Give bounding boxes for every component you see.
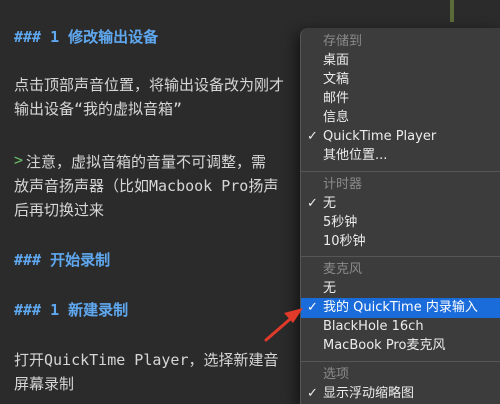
checkmark-icon: ✓	[307, 129, 318, 144]
menu-item-mail[interactable]: 邮件	[301, 89, 500, 109]
text-line: 后再切换过来	[14, 201, 105, 219]
menu-item-other-location[interactable]: 其他位置...	[301, 146, 500, 166]
text-line: 打开QuickTime Player，选择新建音	[14, 351, 279, 369]
menu-item-mic-blackhole[interactable]: BlackHole 16ch	[301, 317, 500, 337]
menu-item-desktop[interactable]: 桌面	[301, 51, 500, 71]
heading-modify-output: ### 1 修改输出设备	[14, 28, 159, 46]
checkmark-icon: ✓	[307, 386, 318, 401]
quote-marker: >	[14, 151, 24, 169]
menu-item-timer-10s[interactable]: 10秒钟	[301, 232, 500, 252]
save-to-header: 存储到	[323, 34, 363, 49]
menu-separator	[301, 361, 500, 362]
heading-start-recording: ### 开始录制	[14, 251, 111, 269]
menu-item-mic-macbook-pro[interactable]: MacBook Pro麦克风	[301, 336, 500, 356]
options-header: 选项	[323, 367, 350, 382]
checkmark-icon: ✓	[307, 300, 318, 315]
menu-item-mic-quicktime-loopback[interactable]: ✓ 我的 QuickTime 内录输入	[301, 298, 500, 318]
scroll-indicator	[450, 0, 454, 22]
menu-separator	[301, 171, 500, 172]
text-line: 屏幕录制	[14, 375, 75, 393]
menu-item-quicktime-player[interactable]: ✓ QuickTime Player	[301, 127, 500, 147]
menu-item-timer-none[interactable]: ✓ 无	[301, 194, 500, 214]
text-line: 点击顶部声音位置，将输出设备改为刚才	[14, 76, 285, 94]
heading-new-recording: ### 1 新建录制	[14, 301, 129, 319]
menu-item-documents[interactable]: 文稿	[301, 70, 500, 90]
timer-header: 计时器	[323, 177, 363, 192]
menu-item-mic-none[interactable]: 无	[301, 279, 500, 299]
menu-separator	[301, 256, 500, 257]
menu-item-messages[interactable]: 信息	[301, 108, 500, 128]
checkmark-icon: ✓	[307, 196, 318, 211]
text-line: 输出设备“我的虚拟音箱”	[14, 100, 183, 118]
text-line: 放声音扬声器（比如Macbook Pro扬声	[14, 177, 279, 195]
menu-item-show-floating-thumbnail[interactable]: ✓ 显示浮动缩略图	[301, 384, 500, 404]
microphone-header: 麦克风	[323, 262, 363, 277]
quicktime-options-menu: 存储到 桌面 文稿 邮件 信息 ✓ QuickTime Player 其他位置.…	[300, 28, 500, 404]
text-line: 注意，虚拟音箱的音量不可调整，需	[26, 153, 267, 171]
menu-item-timer-5s[interactable]: 5秒钟	[301, 213, 500, 233]
